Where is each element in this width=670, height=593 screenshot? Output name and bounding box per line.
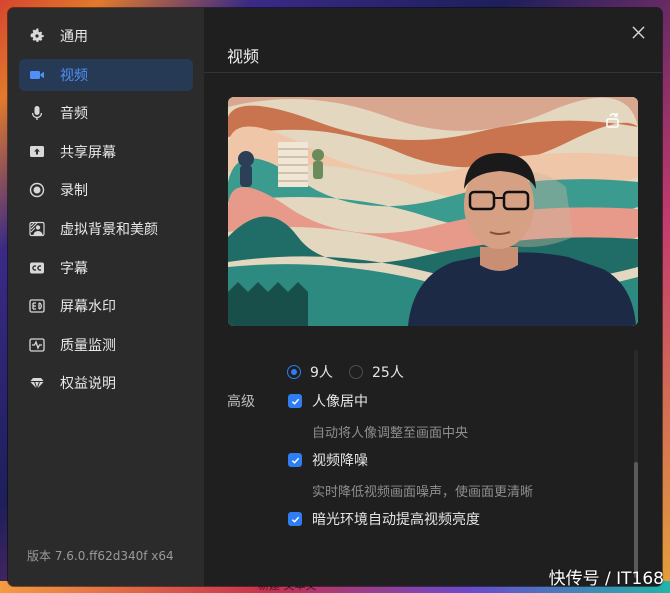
layout-option-25[interactable]: 25人 xyxy=(349,362,404,382)
portrait-center-checkbox[interactable] xyxy=(288,394,302,408)
video-camera-icon xyxy=(28,66,46,84)
quality-monitor-icon xyxy=(28,336,46,354)
record-icon xyxy=(28,181,46,199)
sidebar-item-watermark[interactable]: 屏幕水印 xyxy=(19,290,193,322)
sidebar-item-label: 字幕 xyxy=(60,260,88,277)
sidebar-item-label: 音频 xyxy=(60,106,88,123)
microphone-icon xyxy=(28,104,46,122)
sidebar-item-label: 通用 xyxy=(60,29,88,45)
sidebar-nav: 通用 视频 音频 共享屏幕 录制 虚拟背景和美颜 字幕 屏幕水印 质量监测 权益… xyxy=(8,8,204,399)
panel-header: 视频 xyxy=(204,8,662,73)
checkmark-icon xyxy=(291,398,299,405)
checkmark-icon xyxy=(291,516,299,523)
sidebar-item-benefits[interactable]: 权益说明 xyxy=(19,367,193,399)
sidebar-item-audio[interactable]: 音频 xyxy=(19,97,193,129)
close-button[interactable] xyxy=(628,22,648,42)
sidebar-item-virtual-background[interactable]: 虚拟背景和美颜 xyxy=(19,213,193,245)
sidebar-item-quality-monitor[interactable]: 质量监测 xyxy=(19,329,193,361)
page-title: 视频 xyxy=(227,47,260,66)
sidebar-item-label: 共享屏幕 xyxy=(60,144,116,161)
sidebar-item-label: 虚拟背景和美颜 xyxy=(60,221,158,238)
layout-option-label: 25人 xyxy=(372,365,404,381)
camera-feed-image xyxy=(228,97,638,326)
sidebar-item-label: 屏幕水印 xyxy=(60,299,116,316)
sidebar-item-record[interactable]: 录制 xyxy=(19,174,193,206)
option-video-denoise[interactable]: 视频降噪 xyxy=(288,450,368,470)
share-screen-icon xyxy=(28,143,46,161)
sidebar-item-video[interactable]: 视频 xyxy=(19,58,193,91)
sidebar-item-general[interactable]: 通用 xyxy=(19,20,193,52)
settings-window: 通用 视频 音频 共享屏幕 录制 虚拟背景和美颜 字幕 屏幕水印 质量监测 权益… xyxy=(8,8,662,586)
video-settings: 9人 25人 高级 人像居中 自动将人像调整至画面中央 视频降噪 实时降低视频画… xyxy=(204,348,662,586)
mirror-icon xyxy=(606,113,619,128)
sidebar-item-label: 质量监测 xyxy=(60,337,116,354)
layout-option-label: 9人 xyxy=(310,365,333,381)
sidebar-item-label: 录制 xyxy=(60,183,88,200)
option-portrait-center[interactable]: 人像居中 xyxy=(288,391,368,411)
option-label: 人像居中 xyxy=(312,394,368,410)
advanced-section-label: 高级 xyxy=(227,394,255,410)
main-panel: 视频 9人 25人 高级 人像居中 自动将人像调整至画面中央 视频降噪 实时降低… xyxy=(204,8,662,586)
layout-option-9[interactable]: 9人 xyxy=(287,362,333,382)
option-label: 暗光环境自动提高视频亮度 xyxy=(312,512,480,528)
option-description: 实时降低视频画面噪声，使画面更清晰 xyxy=(312,485,534,500)
option-description: 自动将人像调整至画面中央 xyxy=(312,426,469,441)
caption-icon xyxy=(28,259,46,277)
camera-preview xyxy=(228,97,638,326)
sidebar-item-share-screen[interactable]: 共享屏幕 xyxy=(19,136,193,168)
source-watermark: 快传号 / IT168 xyxy=(548,569,664,589)
gear-icon xyxy=(28,27,46,45)
radio-button-9[interactable] xyxy=(287,365,301,379)
mirror-toggle-button[interactable] xyxy=(602,109,624,131)
video-denoise-checkbox[interactable] xyxy=(288,453,302,467)
sidebar-item-label: 视频 xyxy=(60,67,88,84)
watermark-icon xyxy=(28,297,46,315)
option-low-light-boost[interactable]: 暗光环境自动提高视频亮度 xyxy=(288,509,480,529)
sidebar: 通用 视频 音频 共享屏幕 录制 虚拟背景和美颜 字幕 屏幕水印 质量监测 权益… xyxy=(8,8,204,586)
radio-button-25[interactable] xyxy=(349,365,363,379)
option-label: 视频降噪 xyxy=(312,453,368,469)
settings-scrollbar[interactable] xyxy=(634,350,638,578)
close-icon xyxy=(631,25,645,39)
diamond-icon xyxy=(28,374,46,392)
sidebar-item-caption[interactable]: 字幕 xyxy=(19,252,193,284)
low-light-boost-checkbox[interactable] xyxy=(288,512,302,526)
sidebar-item-label: 权益说明 xyxy=(60,376,116,393)
version-label: 版本 7.6.0.ff62d340f x64 xyxy=(27,549,174,563)
checkmark-icon xyxy=(291,457,299,464)
virtual-background-icon xyxy=(28,220,46,238)
scrollbar-thumb[interactable] xyxy=(634,462,638,578)
